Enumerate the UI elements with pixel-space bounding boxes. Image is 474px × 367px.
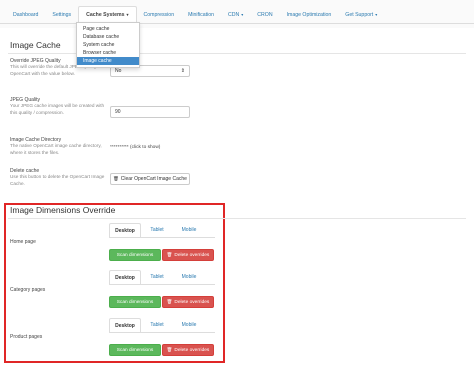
dropdown-item-page-cache[interactable]: Page cache [77,25,139,33]
jpeg-quality-input[interactable]: 90 [110,106,190,118]
tab-image-optimization[interactable]: Image Optimization [280,6,339,23]
chevron-down-icon: ▾ [375,12,378,17]
product-pages-label: Product pages [10,334,43,340]
tabs-divider [109,332,215,333]
nav-tabs: Dashboard Settings Cache Systems ▾ Compre… [6,6,384,23]
override-jpeg-value: No [115,68,122,74]
tabs-divider [109,237,215,238]
tab-get-support[interactable]: Get Support ▾ [338,6,384,23]
trash-icon: 🗑 [166,252,173,257]
home-scan-dimensions-button[interactable]: Scan dimensions [109,249,161,261]
tab-label: CRON [257,11,273,18]
button-label: Delete overrides [174,299,210,305]
trash-icon: 🗑 [166,347,173,352]
chevron-updown-icon: ⇕ [180,68,185,74]
tab-label: Image Optimization [286,11,332,18]
tab-label: Cache Systems [86,11,125,18]
delete-cache-help: Use this button to delete the OpenCart I… [10,174,105,186]
tab-tablet[interactable]: Tablet [141,270,173,284]
tab-cdn[interactable]: CDN ▾ [221,6,250,23]
category-scan-dimensions-button[interactable]: Scan dimensions [109,296,161,308]
product-delete-overrides-button[interactable]: 🗑 Delete overrides [162,344,214,356]
button-label: Clear OpenCart Image Cache [120,176,187,182]
tab-cron[interactable]: CRON [250,6,279,23]
home-device-tabs: Desktop Tablet Mobile [109,223,205,237]
category-device-tabs: Desktop Tablet Mobile [109,270,205,284]
tab-dashboard[interactable]: Dashboard [6,6,45,23]
dropdown-item-browser-cache[interactable]: Browser cache [77,49,139,57]
chevron-down-icon: ▾ [126,12,129,17]
tab-desktop[interactable]: Desktop [109,270,141,284]
tab-desktop[interactable]: Desktop [109,318,141,332]
image-cache-title: Image Cache [10,40,61,50]
trash-icon: 🗑 [166,299,173,304]
trash-icon: 🗑 [113,176,119,181]
tab-tablet[interactable]: Tablet [141,318,173,332]
tab-compression[interactable]: Compression [137,6,182,23]
nav-divider [0,23,474,24]
tab-mobile[interactable]: Mobile [173,270,205,284]
product-scan-dimensions-button[interactable]: Scan dimensions [109,344,161,356]
clear-image-cache-button[interactable]: 🗑 Clear OpenCart Image Cache [110,173,190,185]
tab-settings[interactable]: Settings [45,6,78,23]
cache-directory-value[interactable]: ********** (click to show) [110,145,160,150]
home-delete-overrides-button[interactable]: 🗑 Delete overrides [162,249,214,261]
tab-label: Minification [188,11,215,18]
section-divider [8,218,466,219]
jpeg-quality-help: Your JPEG cache images will be created w… [10,103,105,115]
tab-tablet[interactable]: Tablet [141,223,173,237]
category-delete-overrides-button[interactable]: 🗑 Delete overrides [162,296,214,308]
tab-label: CDN [228,11,240,18]
button-label: Delete overrides [174,347,210,353]
product-device-tabs: Desktop Tablet Mobile [109,318,205,332]
category-pages-label: Category pages [10,287,46,293]
home-page-label: Home page [10,239,36,245]
dropdown-item-image-cache[interactable]: Image cache [77,57,139,65]
button-label: Delete overrides [174,252,210,258]
tab-cache-systems[interactable]: Cache Systems ▾ [78,6,137,23]
tabs-divider [109,284,215,285]
tab-minification[interactable]: Minification [181,6,221,23]
tab-mobile[interactable]: Mobile [173,318,205,332]
tab-label: Settings [52,11,72,18]
cache-systems-dropdown: Page cache Database cache System cache B… [76,22,140,68]
tab-label: Get Support [345,11,374,18]
tab-desktop[interactable]: Desktop [109,223,141,237]
tab-label: Compression [143,11,175,18]
dimensions-override-title: Image Dimensions Override [10,205,116,215]
cache-directory-help: The native OpenCart image cache director… [10,143,102,155]
chevron-down-icon: ▾ [241,12,244,17]
dropdown-item-system-cache[interactable]: System cache [77,41,139,49]
tab-label: Dashboard [13,11,39,18]
tab-mobile[interactable]: Mobile [173,223,205,237]
dropdown-item-database-cache[interactable]: Database cache [77,33,139,41]
